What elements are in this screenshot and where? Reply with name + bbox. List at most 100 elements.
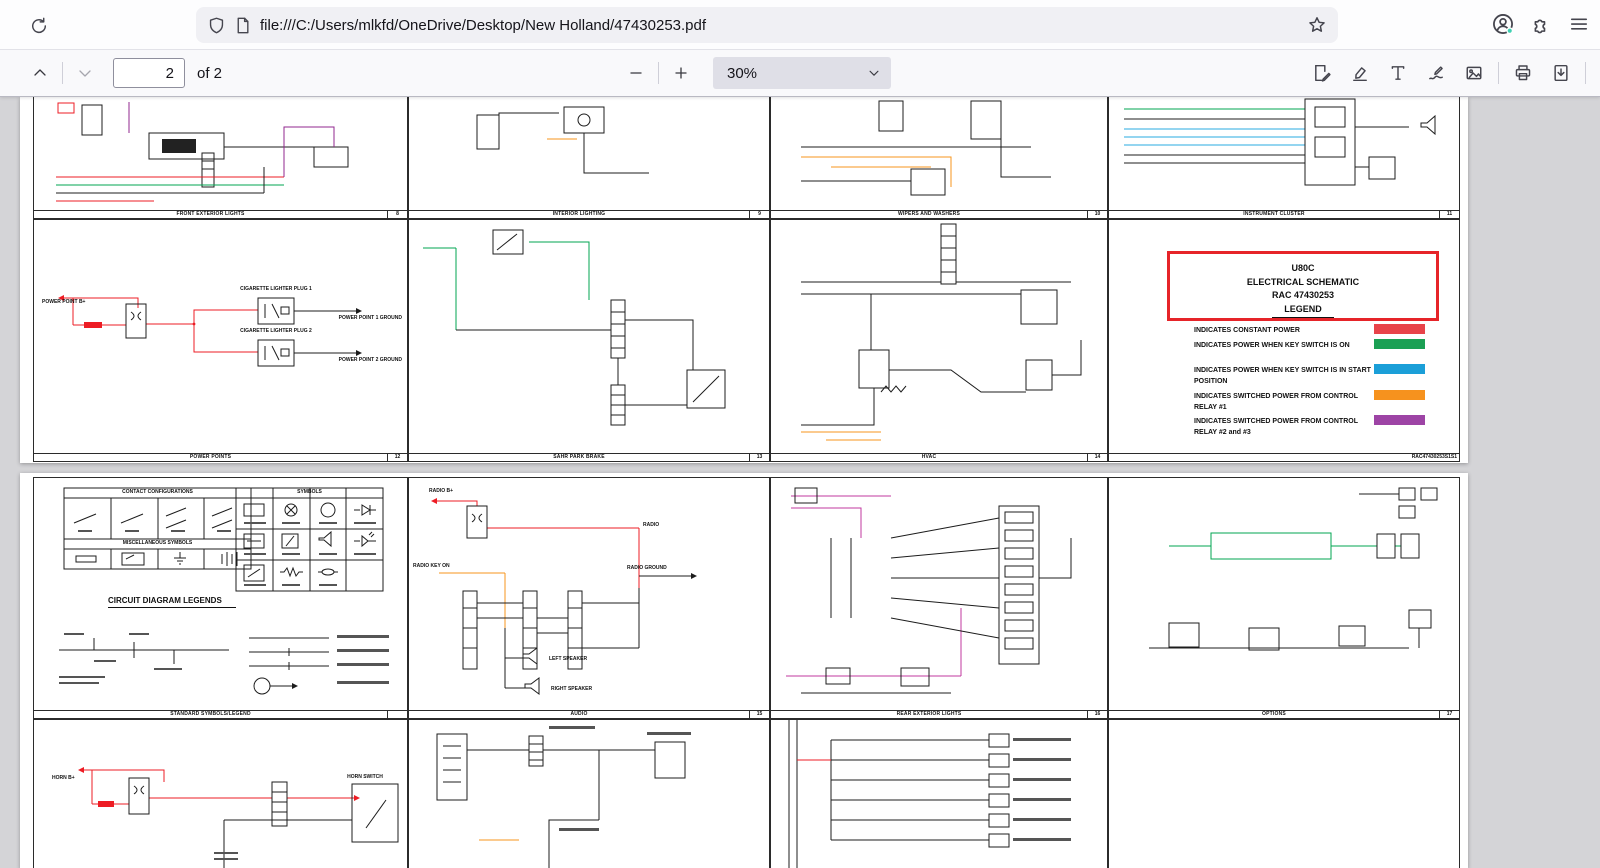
schematic-drawing xyxy=(771,720,1107,868)
zoom-in-button[interactable] xyxy=(665,57,697,89)
legend-color-swatch xyxy=(1374,339,1425,349)
next-page-button[interactable] xyxy=(69,57,101,89)
panel-number: 17 xyxy=(1439,711,1459,718)
chevron-down-icon xyxy=(77,65,93,81)
panel-number: 14 xyxy=(1087,454,1107,461)
url-text[interactable]: file:///C:/Users/mlkfd/OneDrive/Desktop/… xyxy=(260,17,1298,34)
download-icon xyxy=(1552,64,1570,82)
power-point-b-plus-label: POWER POINT B+ xyxy=(42,300,85,306)
chevron-up-icon xyxy=(32,65,48,81)
schematic-drawing xyxy=(771,220,1107,453)
account-button[interactable] xyxy=(1490,11,1516,37)
panel-number: 8 xyxy=(387,211,407,218)
shield-icon[interactable] xyxy=(208,17,225,34)
menu-button[interactable] xyxy=(1566,11,1592,37)
annotation-tools xyxy=(1306,50,1588,96)
legend-title-box: U80C ELECTRICAL SCHEMATIC RAC 47430253 L… xyxy=(1167,251,1439,321)
print-button[interactable] xyxy=(1507,57,1539,89)
legend-doc-number: RAC 47430253 xyxy=(1170,289,1436,303)
page-info-icon[interactable] xyxy=(235,17,250,34)
schematic-drawing xyxy=(34,97,407,209)
legend-color-swatch xyxy=(1374,324,1425,334)
radio-ground-label: RADIO GROUND xyxy=(627,566,667,572)
schematic-panel-audio: RADIO B+ RADIO RADIO KEY ON RADIO GROUND… xyxy=(408,477,770,719)
reload-icon xyxy=(30,17,48,35)
panel-title: STANDARD SYMBOLS/LEGEND xyxy=(34,711,387,718)
schematic-drawing xyxy=(34,478,407,710)
schematic-panel-horn: HORN B+ HORN SWITCH xyxy=(33,719,408,868)
horn-switch-label: HORN SWITCH xyxy=(330,775,400,781)
left-speaker-label: LEFT SPEAKER xyxy=(549,657,587,663)
pdf-page-2: CONTACT CONFIGURATIONS MISCELLANEOUS SYM… xyxy=(20,473,1468,868)
legend-heading: LEGEND xyxy=(1272,303,1334,319)
schematic-drawing xyxy=(771,97,1107,209)
reload-button[interactable] xyxy=(26,13,52,39)
schematic-panel-hvac: HVAC 14 xyxy=(770,219,1108,462)
annotate-button[interactable] xyxy=(1306,57,1338,89)
previous-page-button[interactable] xyxy=(24,57,56,89)
draw-button[interactable] xyxy=(1420,57,1452,89)
panel-title: REAR EXTERIOR LIGHTS xyxy=(771,711,1087,718)
circuit-diagram-legends-heading: CIRCUIT DIAGRAM LEGENDS xyxy=(108,596,236,608)
panel-number: 10 xyxy=(1087,211,1107,218)
legend-item-label: INDICATES POWER WHEN KEY SWITCH IS IN ST… xyxy=(1194,365,1372,387)
schematic-drawing xyxy=(409,220,769,453)
schematic-panel-wipers-and-washers: WIPERS AND WASHERS 10 xyxy=(770,97,1108,219)
chevron-down-icon xyxy=(867,66,881,80)
zoom-select[interactable]: 30% xyxy=(713,57,891,89)
divider xyxy=(62,62,63,84)
panel-title: WIPERS AND WASHERS xyxy=(771,211,1087,218)
schematic-panel-instrument-cluster: INSTRUMENT CLUSTER 11 xyxy=(1108,97,1460,219)
plus-icon xyxy=(673,65,689,81)
extensions-button[interactable] xyxy=(1528,11,1554,37)
text-tool-icon xyxy=(1389,64,1407,82)
radio-label: RADIO xyxy=(643,523,659,529)
schematic-panel-standard-symbols: CONTACT CONFIGURATIONS MISCELLANEOUS SYM… xyxy=(33,477,408,719)
legend-color-swatch xyxy=(1374,364,1425,374)
panel-title: POWER POINTS xyxy=(34,454,387,461)
image-button[interactable] xyxy=(1458,57,1490,89)
panel-title: OPTIONS xyxy=(1109,711,1439,718)
cigarette-lighter-plug2-label: CIGARETTE LIGHTER PLUG 2 xyxy=(218,329,334,335)
schematic-drawing xyxy=(34,220,407,453)
panel-number xyxy=(387,711,407,718)
account-icon xyxy=(1492,13,1514,35)
panel-number: 15 xyxy=(749,711,769,718)
pdf-viewer[interactable]: FRONT EXTERIOR LIGHTS 8 INTERIOR LIGHTIN… xyxy=(0,97,1600,868)
bookmark-star-icon[interactable] xyxy=(1308,16,1326,34)
panel-title: INTERIOR LIGHTING xyxy=(409,211,749,218)
panel-title: SAHR PARK BRAKE xyxy=(409,454,749,461)
hamburger-menu-icon xyxy=(1569,14,1589,34)
legend-item-label: INDICATES CONSTANT POWER xyxy=(1194,325,1372,336)
schematic-panel-rear-exterior-lights: REAR EXTERIOR LIGHTS 16 xyxy=(770,477,1108,719)
schematic-legend-panel: U80C ELECTRICAL SCHEMATIC RAC 47430253 L… xyxy=(1108,219,1460,462)
panel-title: FRONT EXTERIOR LIGHTS xyxy=(34,211,387,218)
page-number-input[interactable] xyxy=(113,58,185,88)
url-bar[interactable]: file:///C:/Users/mlkfd/OneDrive/Desktop/… xyxy=(196,7,1338,43)
schematic-drawing xyxy=(409,478,769,710)
print-icon xyxy=(1514,64,1532,82)
legend-doc-type: ELECTRICAL SCHEMATIC xyxy=(1170,276,1436,290)
panel-title: INSTRUMENT CLUSTER xyxy=(1109,211,1439,218)
page-navigation: of 2 xyxy=(24,50,222,96)
browser-actions xyxy=(1490,11,1592,37)
panel-number: 13 xyxy=(749,454,769,461)
minus-icon xyxy=(628,65,644,81)
legend-item-label: INDICATES POWER WHEN KEY SWITCH IS ON xyxy=(1194,340,1372,351)
divider xyxy=(658,62,659,84)
pdf-toolbar: of 2 30% xyxy=(0,50,1600,97)
schematic-drawing xyxy=(1109,97,1459,209)
schematic-panel-options: OPTIONS 17 xyxy=(1108,477,1460,719)
puzzle-icon xyxy=(1531,14,1551,34)
schematic-drawing xyxy=(409,97,769,209)
highlight-button[interactable] xyxy=(1344,57,1376,89)
page-count-label: of 2 xyxy=(197,65,222,82)
horn-b-plus-label: HORN B+ xyxy=(52,776,75,782)
save-button[interactable] xyxy=(1545,57,1577,89)
schematic-panel-blank xyxy=(1108,719,1460,868)
symbols-heading: SYMBOLS xyxy=(236,489,383,495)
schematic-panel-rear-lights-detail xyxy=(770,719,1108,868)
text-button[interactable] xyxy=(1382,57,1414,89)
cigarette-lighter-plug1-label: CIGARETTE LIGHTER PLUG 1 xyxy=(218,287,334,293)
zoom-out-button[interactable] xyxy=(620,57,652,89)
